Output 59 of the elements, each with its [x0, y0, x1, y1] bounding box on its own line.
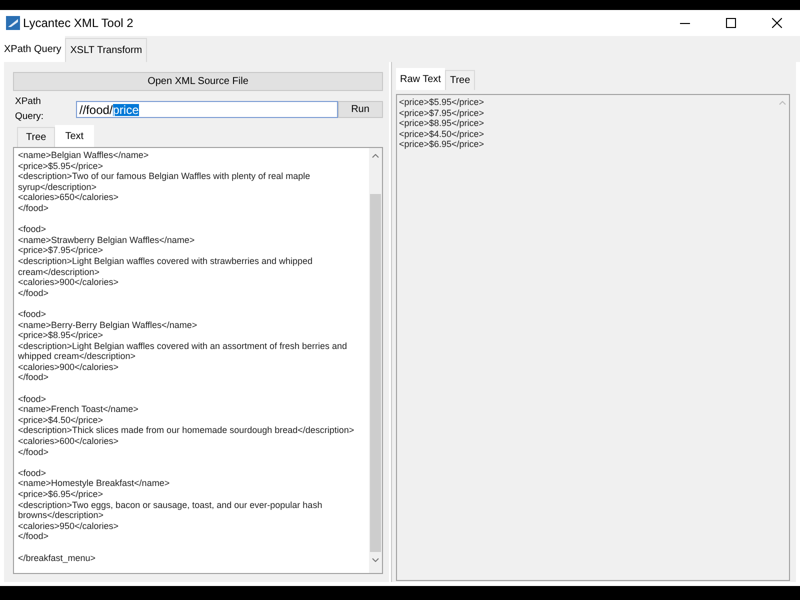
scroll-up-icon[interactable]: [779, 101, 786, 105]
code-line: <name>Homestyle Breakfast</name>: [18, 478, 170, 489]
code-line: </food>: [18, 446, 49, 458]
code-line: <food>: [18, 394, 46, 404]
code-line: whipped cream</description>: [18, 351, 136, 362]
code-line: <calories>900</calories>: [18, 277, 119, 288]
code-line: <food>: [18, 468, 46, 478]
code-line: </food>: [18, 531, 49, 542]
code-line: <price>$6.95</price>: [18, 489, 104, 500]
code-line: <calories>950</calories>: [18, 520, 119, 532]
tab[interactable]: Tree: [17, 127, 56, 147]
scrollbar-thumb[interactable]: [370, 194, 381, 552]
run-button[interactable]: Run: [338, 101, 383, 118]
maximize-icon: [726, 18, 736, 28]
query-input-field[interactable]: //food/price: [76, 101, 338, 118]
code-line: <name>French Toast</name>: [18, 404, 138, 415]
scroll-up-icon[interactable]: [372, 154, 379, 158]
code-line: <food>: [18, 308, 46, 320]
code-line: <price>$8.95</price>: [18, 330, 104, 341]
app-logo-icon: [6, 16, 20, 30]
code-line: <description>Thick slices made from our homemade sourdough bread</description>: [18, 425, 354, 436]
result-line: <price>$6.95</price>: [399, 139, 484, 150]
code-line: <price>$4.50</price>: [18, 414, 104, 426]
code-line: cream</description>: [18, 266, 100, 278]
query-label: XPath Query:: [15, 95, 45, 124]
code-line: </food>: [18, 372, 49, 384]
tab[interactable]: XPath Query: [0, 36, 66, 62]
result-line: <price>$4.50</price>: [399, 128, 484, 140]
open-file-button[interactable]: Open XML Source File: [13, 72, 383, 91]
code-line: <price>$5.95</price>: [18, 160, 104, 172]
minimize-icon: [680, 22, 690, 24]
result-line: <price>$7.95</price>: [399, 108, 484, 118]
result-line: <price>$5.95</price>: [399, 97, 484, 108]
code-line: <description>Two eggs, bacon or sausage, toast, and our ever-popular hash: [18, 500, 322, 510]
window-title: Lycantec XML Tool 2: [23, 15, 134, 32]
scroll-down-icon[interactable]: [372, 558, 379, 562]
scrollbar[interactable]: [369, 148, 382, 573]
code-line: <calories>600</calories>: [18, 436, 119, 447]
tab[interactable]: Text: [55, 125, 94, 147]
code-line: <price>$7.95</price>: [18, 245, 104, 256]
code-line: syrup</description>: [18, 182, 97, 192]
code-line: <calories>900</calories>: [18, 362, 119, 372]
code-line: </breakfast_menu>: [18, 552, 96, 564]
code-line: <description>Two of our famous Belgian Waffles with plenty of real maple: [18, 171, 310, 182]
code-line: </food>: [18, 202, 49, 214]
close-icon: [772, 18, 782, 28]
code-line: <name>Belgian Waffles</name>: [18, 150, 149, 161]
code-line: <description>Light Belgian waffles covered with an assortment of fresh berries and: [18, 340, 348, 352]
tab[interactable]: Tree: [444, 70, 476, 90]
code-line: <food>: [18, 224, 46, 235]
result-line: <price>$8.95</price>: [399, 118, 484, 129]
code-line: <name>Strawberry Belgian Waffles</name>: [18, 234, 195, 246]
code-line: </food>: [18, 288, 49, 298]
code-line: browns</description>: [18, 510, 104, 521]
code-line: <name>Berry-Berry Belgian Waffles</name>: [18, 320, 198, 330]
tab[interactable]: Raw Text: [396, 68, 445, 90]
code-line: <calories>650</calories>: [18, 192, 119, 203]
code-line: <description>Light Belgian waffles covered with strawberries and whipped: [18, 256, 313, 267]
tab[interactable]: XSLT Transform: [65, 38, 148, 62]
